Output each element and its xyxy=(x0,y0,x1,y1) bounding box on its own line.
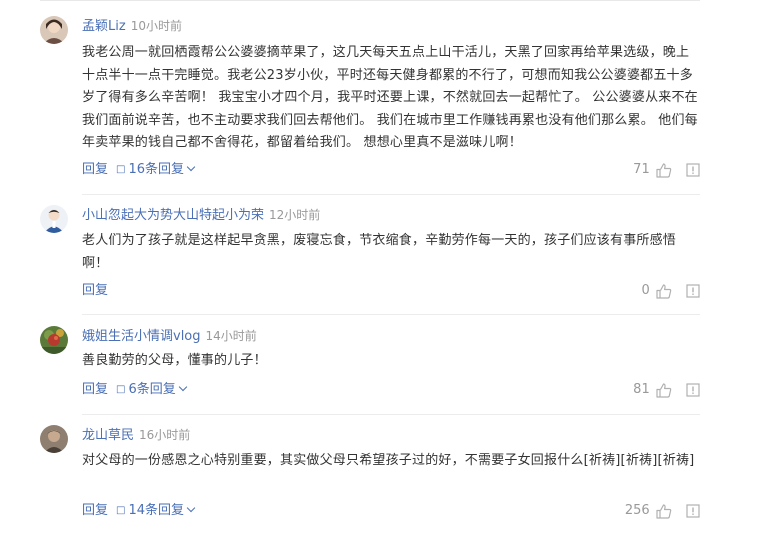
thumbs-up-icon[interactable] xyxy=(656,503,672,519)
comment-time: 14小时前 xyxy=(205,329,257,343)
comment-stats: 81 xyxy=(633,380,700,400)
comment-header: 小山忽起大为势大山特起小为荣 12小时前 xyxy=(82,205,320,225)
comment-item: 小山忽起大为势大山特起小为荣 12小时前 老人们为了孩子就是这样起早贪黑，废寝忘食… xyxy=(40,205,700,305)
reply-button[interactable]: 回复 xyxy=(82,160,108,180)
square-bullet-icon: □ xyxy=(116,505,126,516)
comment-item: 龙山草民 16小时前 对父母的一份感恩之心特别重要，其实做父母只希望孩子过的好，不… xyxy=(40,425,700,530)
report-flag-icon[interactable] xyxy=(686,383,700,397)
view-replies-link[interactable]: 6条回复 xyxy=(128,380,175,400)
comment-text: 对父母的一份感恩之心特别重要，其实做父母只希望孩子过的好，不需要子女回报什么[祈… xyxy=(82,453,695,468)
like-count: 0 xyxy=(641,283,650,298)
avatar[interactable] xyxy=(40,16,68,44)
comment-divider xyxy=(82,414,700,415)
comment-stats: 256 xyxy=(625,501,700,521)
chevron-down-icon[interactable] xyxy=(178,382,187,392)
comment-item: 娥姐生活小情调vlog 14小时前 善良勤劳的父母，懂事的儿子！ 回复 □ 6条回复 … xyxy=(40,326,700,406)
thumbs-up-icon[interactable] xyxy=(656,382,672,398)
chevron-down-icon[interactable] xyxy=(186,503,196,513)
comment-time: 16小时前 xyxy=(139,428,191,442)
comment-header: 孟颖Liz 10小时前 xyxy=(82,16,182,36)
comment-stats: 0 xyxy=(641,281,700,301)
comment-item: 孟颖Liz 10小时前 我老公周一就回栖霞帮公公婆婆摘苹果了，这几天每天五点上山干… xyxy=(40,16,700,186)
comment-stats: 71 xyxy=(633,160,700,180)
username-link[interactable]: 孟颖Liz xyxy=(82,19,126,34)
reply-button[interactable]: 回复 xyxy=(82,380,108,400)
view-replies-link[interactable]: 14条回复 xyxy=(128,501,184,521)
thumbs-up-icon[interactable] xyxy=(656,283,672,299)
avatar[interactable] xyxy=(40,425,68,453)
thumbs-up-icon[interactable] xyxy=(656,162,672,178)
top-divider xyxy=(40,0,700,1)
like-count: 256 xyxy=(624,503,650,518)
comment-text: 老人们为了孩子就是这样起早贪黑，废寝忘食，节衣缩食，辛勤劳作每一天的，孩子们应该… xyxy=(82,233,677,271)
report-flag-icon[interactable] xyxy=(686,163,700,177)
comment-time: 12小时前 xyxy=(269,208,321,222)
username-link[interactable]: 小山忽起大为势大山特起小为荣 xyxy=(82,208,264,223)
square-bullet-icon: □ xyxy=(116,384,126,395)
comment-header: 龙山草民 16小时前 xyxy=(82,425,190,445)
like-count: 71 xyxy=(633,162,650,177)
username-link[interactable]: 龙山草民 xyxy=(82,428,134,443)
chevron-down-icon[interactable] xyxy=(186,162,196,172)
username-link[interactable]: 娥姐生活小情调vlog xyxy=(82,329,201,344)
reply-button[interactable]: 回复 xyxy=(82,501,108,521)
comment-actions: 回复 □ 14条回复 xyxy=(82,501,196,521)
avatar[interactable] xyxy=(40,326,68,354)
comment-text: 善良勤劳的父母，懂事的儿子！ xyxy=(82,353,267,368)
comment-divider xyxy=(82,194,700,195)
report-flag-icon[interactable] xyxy=(686,284,700,298)
square-bullet-icon: □ xyxy=(116,164,126,175)
report-flag-icon[interactable] xyxy=(686,504,700,518)
comment-text: 我老公周一就回栖霞帮公公婆婆摘苹果了，这几天每天五点上山干活儿，天黑了回家再给苹… xyxy=(82,45,698,150)
comment-divider xyxy=(82,314,700,315)
comment-actions: 回复 □ 6条回复 xyxy=(82,380,187,400)
comment-actions: 回复 □ 16条回复 xyxy=(82,160,196,180)
avatar[interactable] xyxy=(40,205,68,233)
like-count: 81 xyxy=(633,382,650,397)
comment-header: 娥姐生活小情调vlog 14小时前 xyxy=(82,326,257,346)
view-replies-link[interactable]: 16条回复 xyxy=(128,160,184,180)
reply-button[interactable]: 回复 xyxy=(82,281,108,301)
comment-time: 10小时前 xyxy=(130,19,182,33)
comment-actions: 回复 xyxy=(82,281,116,301)
